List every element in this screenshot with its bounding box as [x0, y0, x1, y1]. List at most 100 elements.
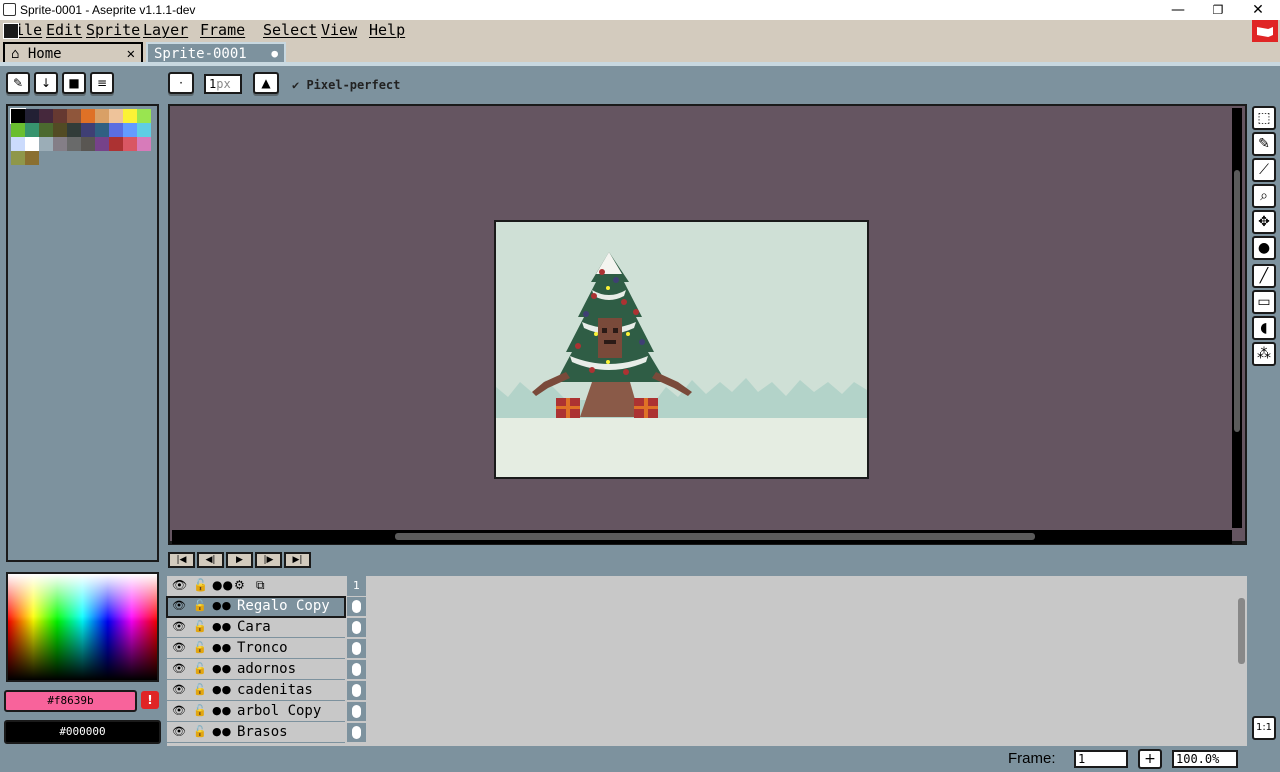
download-button[interactable]: ↓ [34, 72, 58, 94]
menu-select[interactable]: Select [263, 21, 317, 39]
palette-swatch[interactable] [95, 137, 109, 151]
continuous-icon[interactable]: ●● [212, 599, 231, 612]
palette-swatch[interactable] [137, 109, 151, 123]
unlock-icon[interactable]: 🔓 [193, 683, 207, 696]
palette-swatch[interactable] [95, 109, 109, 123]
previous-frame-button[interactable]: ◀| [197, 552, 224, 568]
palette-swatch[interactable] [67, 109, 81, 123]
cel[interactable] [347, 639, 366, 659]
close-window-button[interactable]: ✕ [1238, 0, 1278, 20]
rectangle-tool[interactable]: ▭ [1252, 290, 1276, 314]
eraser-mode-button[interactable]: ✎ [6, 72, 30, 94]
palette-swatch[interactable] [53, 137, 67, 151]
cel[interactable] [347, 702, 366, 722]
next-frame-button[interactable]: |▶ [255, 552, 282, 568]
palette-swatch[interactable] [81, 137, 95, 151]
continuous-icon[interactable]: ●● [212, 683, 231, 696]
unlock-icon[interactable]: 🔓 [193, 725, 207, 738]
visibility-header-icon[interactable]: 👁 [172, 578, 187, 592]
sprite-canvas[interactable] [494, 220, 869, 479]
continuous-icon[interactable]: ●● [212, 704, 231, 717]
palette-swatch[interactable] [25, 123, 39, 137]
palette-swatch[interactable] [123, 137, 137, 151]
continuous-icon[interactable]: ●● [212, 662, 231, 675]
restore-button[interactable]: ❐ [1198, 0, 1238, 20]
link-cels-icon[interactable]: ⧉ [256, 578, 265, 593]
cel[interactable] [347, 597, 366, 617]
minimize-button[interactable]: — [1158, 0, 1198, 20]
palette-swatch[interactable] [123, 123, 137, 137]
palette-swatch[interactable] [39, 137, 53, 151]
continuous-icon[interactable]: ●● [212, 725, 231, 738]
eyedropper-tool[interactable]: ⟋ [1252, 158, 1276, 182]
menu-frame[interactable]: Frame [200, 21, 245, 39]
continuous-icon[interactable]: ●● [212, 641, 231, 654]
eye-icon[interactable]: 👁 [172, 704, 186, 717]
layer-row[interactable]: 👁 🔓 ●● Regalo Copy [166, 596, 346, 618]
line-tool[interactable]: ╱ [1252, 264, 1276, 288]
modified-dot-icon[interactable]: ● [271, 44, 278, 64]
zoom-level-input[interactable]: 100.0% [1172, 750, 1238, 768]
folder-button[interactable]: ■ [62, 72, 86, 94]
palette-swatch[interactable] [25, 137, 39, 151]
unlock-icon[interactable]: 🔓 [193, 662, 207, 675]
menu-edit[interactable]: Edit [46, 21, 82, 39]
menu-help[interactable]: Help [369, 21, 405, 39]
tab-home[interactable]: ⌂ Home ✕ [3, 42, 143, 62]
paint-bucket-tool[interactable]: ● [1252, 236, 1276, 260]
palette-swatch[interactable] [11, 123, 25, 137]
eye-icon[interactable]: 👁 [172, 662, 186, 675]
layer-row[interactable]: 👁 🔓 ●● Brasos [167, 723, 345, 743]
palette-swatch[interactable] [53, 123, 67, 137]
editor-vertical-scroll-thumb[interactable] [1234, 170, 1240, 432]
palette-swatch[interactable] [137, 137, 151, 151]
editor-horizontal-scroll-thumb[interactable] [395, 533, 1035, 540]
cel[interactable] [347, 723, 366, 743]
rectangular-marquee-tool[interactable]: ⬚ [1252, 106, 1276, 130]
eye-icon[interactable]: 👁 [172, 599, 186, 612]
palette-swatch[interactable] [81, 109, 95, 123]
palette-swatch[interactable] [67, 137, 81, 151]
background-color-button[interactable]: #000000 [4, 720, 161, 744]
play-button[interactable]: ▶ [226, 552, 253, 568]
onion-skin-header-icon[interactable]: ●● [212, 578, 233, 592]
cel[interactable] [347, 618, 366, 638]
brush-size-input[interactable]: 1px [204, 74, 242, 94]
layer-row[interactable]: 👁 🔓 ●● arbol Copy [167, 702, 345, 722]
layer-row[interactable]: 👁 🔓 ●● Cara [167, 618, 345, 638]
palette-swatch[interactable] [109, 123, 123, 137]
layer-row[interactable]: 👁 🔓 ●● Tronco [167, 639, 345, 659]
color-warning-icon[interactable]: ! [141, 691, 159, 709]
frame-1-header[interactable]: 1 [347, 576, 366, 596]
options-button[interactable]: ≡ [90, 72, 114, 94]
brush-type-button[interactable]: · [168, 72, 194, 94]
color-spectrum[interactable] [6, 572, 159, 682]
continuous-icon[interactable]: ●● [212, 620, 231, 633]
cel[interactable] [347, 681, 366, 701]
close-tab-icon[interactable]: ✕ [127, 44, 135, 64]
spray-tool[interactable]: ⁂ [1252, 342, 1276, 366]
palette-swatch[interactable] [39, 123, 53, 137]
move-tool[interactable]: ✥ [1252, 210, 1276, 234]
eye-icon[interactable]: 👁 [172, 641, 186, 654]
zoom-tool[interactable]: ⌕ [1252, 184, 1276, 208]
palette-swatch[interactable] [67, 123, 81, 137]
layer-row[interactable]: 👁 🔓 ●● adornos [167, 660, 345, 680]
eye-icon[interactable]: 👁 [172, 620, 186, 633]
last-frame-button[interactable]: ▶| [284, 552, 311, 568]
eye-icon[interactable]: 👁 [172, 683, 186, 696]
add-frame-button[interactable]: + [1138, 749, 1162, 769]
layer-row[interactable]: 👁 🔓 ●● cadenitas [167, 681, 345, 701]
palette-swatch[interactable] [123, 109, 137, 123]
palette-swatch[interactable] [53, 109, 67, 123]
palette-swatch[interactable] [11, 151, 25, 165]
menu-sprite[interactable]: Sprite [86, 21, 140, 39]
contour-tool[interactable]: ◖ [1252, 316, 1276, 340]
timeline-vertical-scroll-thumb[interactable] [1238, 598, 1245, 664]
pencil-tool[interactable]: ✎ [1252, 132, 1276, 156]
lock-header-icon[interactable]: 🔓 [193, 578, 208, 592]
menu-view[interactable]: View [321, 21, 357, 39]
palette-swatch[interactable] [81, 123, 95, 137]
palette-swatch[interactable] [109, 137, 123, 151]
gear-icon[interactable]: ⚙ [234, 578, 245, 592]
